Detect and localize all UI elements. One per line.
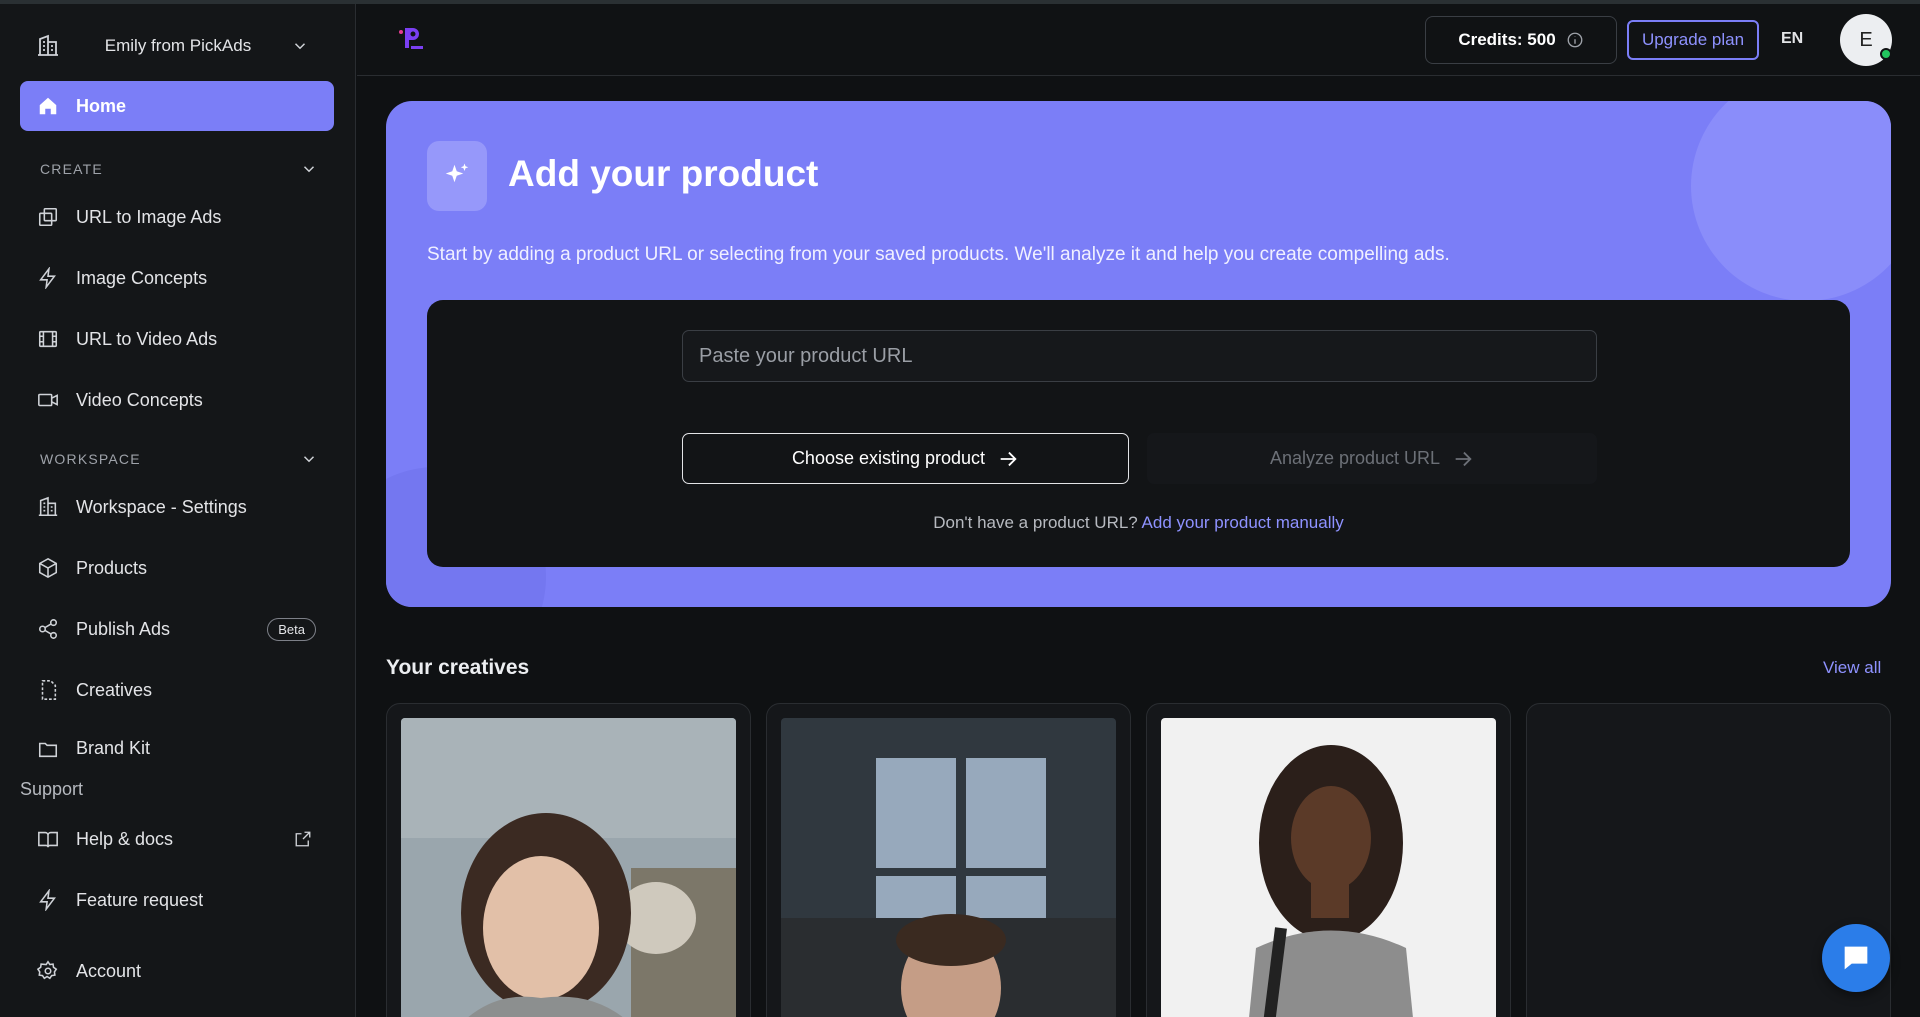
creative-thumbnail (401, 718, 736, 1017)
creatives-section-title: Your creatives (386, 656, 530, 679)
sidebar-item-label: URL to Image Ads (76, 206, 222, 227)
section-create[interactable]: CREATE (40, 160, 318, 178)
creative-card[interactable] (386, 703, 751, 1017)
chat-support-button[interactable] (1822, 924, 1890, 992)
top-bar: Credits: 500 Upgrade plan EN E (357, 4, 1920, 76)
support-section-label: Support (20, 779, 84, 799)
sparkles-icon (427, 141, 487, 211)
home-icon (20, 95, 76, 117)
copy-icon (20, 206, 76, 228)
sidebar-item-url-to-image-ads[interactable]: URL to Image Ads (20, 192, 334, 242)
workspace-name: Emily from PickAds (104, 36, 252, 55)
sidebar-item-label: Publish Ads (76, 618, 171, 639)
book-icon (20, 828, 76, 850)
info-icon[interactable] (1566, 31, 1584, 49)
upgrade-plan-button[interactable]: Upgrade plan (1627, 20, 1759, 60)
sidebar-item-publish-ads[interactable]: Publish Ads Beta (20, 604, 334, 654)
online-status-dot (1880, 48, 1892, 60)
creative-card[interactable] (766, 703, 1131, 1017)
choose-existing-label: Choose existing product (791, 448, 986, 468)
hint-text: Don't have a product URL? (933, 513, 1138, 532)
view-all-link[interactable]: View all (1823, 658, 1881, 678)
add-product-card: Add your product Start by adding a produ… (386, 101, 1891, 607)
arrow-right-icon (1000, 451, 1017, 466)
box-icon (20, 557, 76, 579)
film-icon (20, 328, 76, 350)
sidebar-item-label: Feature request (76, 889, 204, 910)
sidebar-item-label: Brand Kit (76, 738, 151, 758)
analyze-label: Analyze product URL (1269, 448, 1441, 468)
video-camera-icon (20, 389, 76, 411)
sidebar-item-products[interactable]: Products (20, 543, 334, 593)
sidebar-item-brand-kit[interactable]: Brand Kit (20, 726, 334, 760)
app-logo-icon[interactable] (397, 24, 427, 59)
building-icon (20, 34, 76, 58)
credits-display[interactable]: Credits: 500 (1425, 16, 1617, 64)
page-title: Add your product (508, 153, 819, 194)
manual-product-hint: Don't have a product URL? Add your produ… (427, 513, 1850, 533)
add-product-manually-link[interactable]: Add your product manually (1142, 513, 1344, 532)
folder-icon (20, 738, 76, 760)
credits-label: Credits: 500 (1458, 30, 1556, 49)
sidebar-item-label: Workspace - Settings (76, 496, 247, 517)
avatar[interactable]: E (1840, 14, 1892, 66)
workspace-switcher[interactable]: Emily from PickAds (20, 20, 320, 72)
sidebar-item-creatives[interactable]: Creatives (20, 665, 334, 715)
external-link-icon (294, 830, 312, 848)
sidebar-item-feature-request[interactable]: Feature request (20, 875, 334, 925)
chevron-down-icon (303, 456, 315, 463)
sidebar-item-help-docs[interactable]: Help & docs (20, 814, 334, 864)
beta-badge: Beta (267, 617, 316, 641)
sidebar-item-label: Image Concepts (76, 267, 208, 288)
analyze-product-url-button[interactable]: Analyze product URL (1147, 433, 1597, 484)
sidebar-item-home[interactable]: Home (20, 81, 334, 131)
arrow-right-icon (1455, 451, 1472, 466)
sidebar-item-image-concepts[interactable]: Image Concepts (20, 253, 334, 303)
section-workspace[interactable]: WORKSPACE (40, 450, 318, 468)
product-url-panel: Choose existing product Analyze product … (427, 300, 1850, 567)
choose-existing-product-button[interactable]: Choose existing product (682, 433, 1129, 484)
sidebar-item-label: URL to Video Ads (76, 328, 218, 349)
avatar-initial: E (1859, 28, 1873, 51)
creative-thumbnail (781, 718, 1116, 1017)
sidebar-item-label: Account (76, 960, 142, 981)
creative-thumbnail (1161, 718, 1496, 1017)
sidebar-item-label: Home (76, 95, 127, 116)
file-dashed-icon (20, 679, 76, 701)
share-icon (20, 618, 76, 640)
chat-icon (1844, 946, 1868, 970)
section-workspace-label: WORKSPACE (40, 451, 141, 467)
sidebar-item-label: Help & docs (76, 828, 174, 849)
sidebar-item-workspace-settings[interactable]: Workspace - Settings (20, 482, 334, 532)
chevron-down-icon (303, 166, 315, 173)
bolt-icon (20, 267, 76, 289)
building-icon (20, 496, 76, 518)
bolt-icon (20, 889, 76, 911)
gear-icon (20, 960, 76, 982)
sidebar-item-url-to-video-ads[interactable]: URL to Video Ads (20, 314, 334, 364)
language-selector[interactable]: EN (1781, 30, 1803, 48)
section-create-label: CREATE (40, 161, 103, 177)
sidebar-item-label: Creatives (76, 679, 153, 700)
chevron-down-icon (280, 37, 320, 55)
creative-card[interactable] (1146, 703, 1511, 1017)
sidebar-item-video-concepts[interactable]: Video Concepts (20, 375, 334, 425)
sidebar-item-label: Video Concepts (76, 389, 203, 410)
hero-subtitle: Start by adding a product URL or selecti… (427, 244, 1450, 265)
sidebar-item-account[interactable]: Account (20, 946, 334, 996)
decorative-circle (1691, 101, 1891, 301)
product-url-input[interactable] (682, 330, 1597, 382)
sidebar-item-label: Products (76, 557, 148, 578)
sidebar: Emily from PickAds Home CREATE URL to Im… (0, 4, 356, 1017)
